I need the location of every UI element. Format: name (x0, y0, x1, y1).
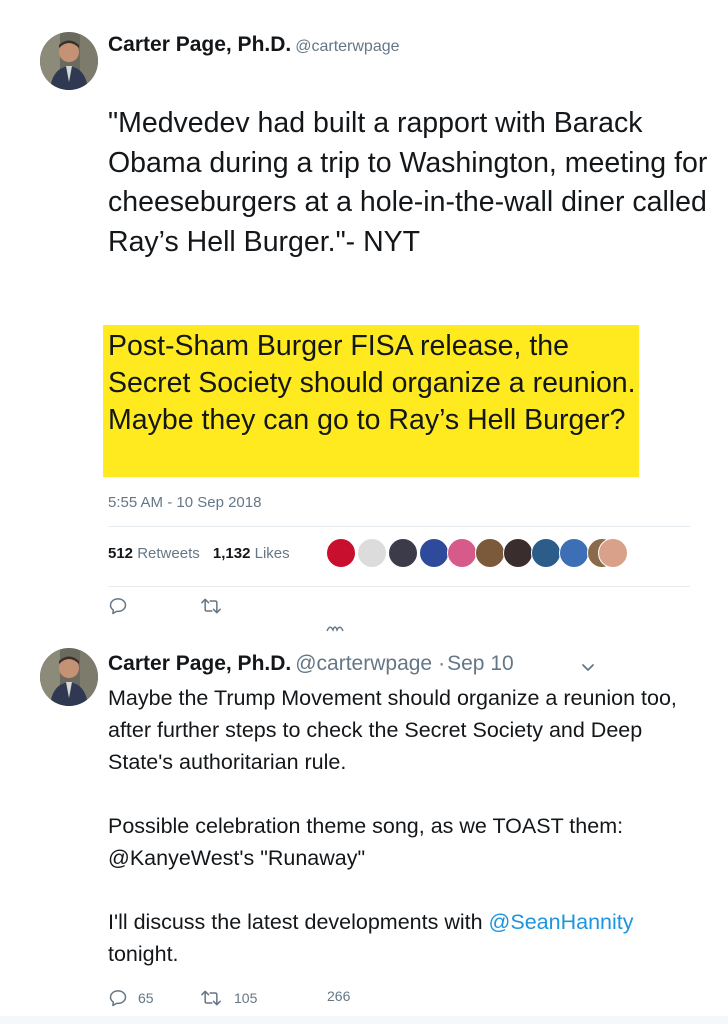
author-name[interactable]: Carter Page, Ph.D. (108, 652, 291, 675)
liker-avatar[interactable] (357, 538, 387, 568)
retweet-button[interactable] (200, 596, 222, 616)
divider (108, 586, 690, 587)
tweet-timestamp[interactable]: 5:55 AM - 10 Sep 2018 (108, 494, 261, 511)
tweet-paragraph: I'll discuss the latest developments wit… (108, 906, 708, 970)
reply-count: 65 (138, 990, 154, 1006)
reply-button[interactable]: 65 (108, 988, 154, 1008)
liker-avatar[interactable] (559, 538, 589, 568)
timeline-footer (0, 1016, 728, 1024)
highlighted-text: Post-Sham Burger FISA release, the Secre… (103, 325, 639, 477)
retweets-label: Retweets (137, 545, 200, 562)
separator-dot: · (438, 652, 446, 675)
tweet-date[interactable]: Sep 10 (447, 652, 514, 675)
author-avatar[interactable] (40, 32, 98, 90)
reply-icon (108, 596, 128, 616)
tweet-header: Carter Page, Ph.D. @carterwpage ·Sep 10 (108, 652, 514, 676)
retweet-icon (200, 988, 222, 1008)
retweet-button[interactable]: 105 (200, 988, 257, 1008)
likes-label: Likes (254, 545, 290, 562)
like-button[interactable]: 266 (327, 988, 350, 1004)
divider (108, 526, 690, 527)
tweet-header: Carter Page, Ph.D. @carterwpage (108, 33, 400, 57)
tweet-paragraph: Possible celebration theme song, as we T… (108, 814, 624, 870)
liker-avatar[interactable] (598, 538, 628, 568)
author-handle[interactable]: @carterwpage (295, 38, 399, 55)
retweet-count: 105 (234, 990, 258, 1006)
author-handle[interactable]: @carterwpage (295, 652, 432, 675)
reply-button[interactable] (108, 596, 128, 616)
retweet-icon (200, 596, 222, 616)
mention-link[interactable]: @SeanHannity (489, 910, 634, 934)
liker-avatar[interactable] (326, 538, 356, 568)
liker-avatar[interactable] (475, 538, 505, 568)
likes-count: 1,132 (212, 545, 251, 562)
chevron-down-icon (580, 660, 596, 677)
like-count: 266 (327, 988, 351, 1004)
liker-avatar[interactable] (503, 538, 533, 568)
liker-avatar[interactable] (531, 538, 561, 568)
paragraph-text: tonight. (108, 942, 179, 966)
paragraph-text: I'll discuss the latest developments wit… (108, 910, 489, 934)
thread-connector (326, 620, 344, 636)
tweet-menu-button[interactable] (580, 660, 596, 678)
likes-stat[interactable]: 1,132 Likes (213, 545, 290, 562)
tweet-body: Maybe the Trump Movement should organize… (108, 682, 708, 970)
quoted-text: "Medvedev had built a rapport with Barac… (108, 107, 708, 258)
liker-avatar[interactable] (388, 538, 418, 568)
liker-avatar[interactable] (447, 538, 477, 568)
tweet-stats: 512 Retweets 1,132 Likes (108, 545, 290, 562)
tweet-paragraph: Maybe the Trump Movement should organize… (108, 686, 677, 774)
author-name[interactable]: Carter Page, Ph.D. (108, 33, 291, 56)
retweets-count: 512 (108, 545, 134, 562)
author-avatar[interactable] (40, 648, 98, 706)
liker-avatar[interactable] (419, 538, 449, 568)
reply-icon (108, 988, 128, 1008)
retweets-stat[interactable]: 512 Retweets (108, 545, 200, 562)
